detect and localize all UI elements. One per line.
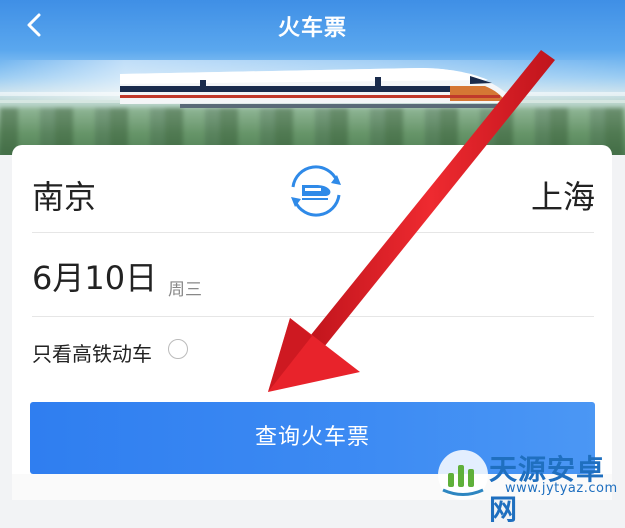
page-title: 火车票	[277, 16, 347, 41]
train-swap-icon	[291, 165, 341, 217]
departure-date[interactable]: 6月10日	[32, 253, 157, 299]
from-city[interactable]: 南京	[32, 172, 96, 218]
high-speed-only-label: 只看高铁动车	[32, 342, 152, 366]
to-city[interactable]: 上海	[531, 172, 595, 218]
watermark-url: www.jytyaz.com	[505, 481, 618, 496]
swap-cities-button[interactable]	[285, 165, 347, 217]
divider	[32, 232, 594, 233]
divider	[32, 316, 594, 317]
weekday-label: 周三	[168, 280, 202, 300]
high-speed-only-checkbox[interactable]	[168, 339, 188, 359]
header-banner: 火车票	[0, 0, 625, 155]
